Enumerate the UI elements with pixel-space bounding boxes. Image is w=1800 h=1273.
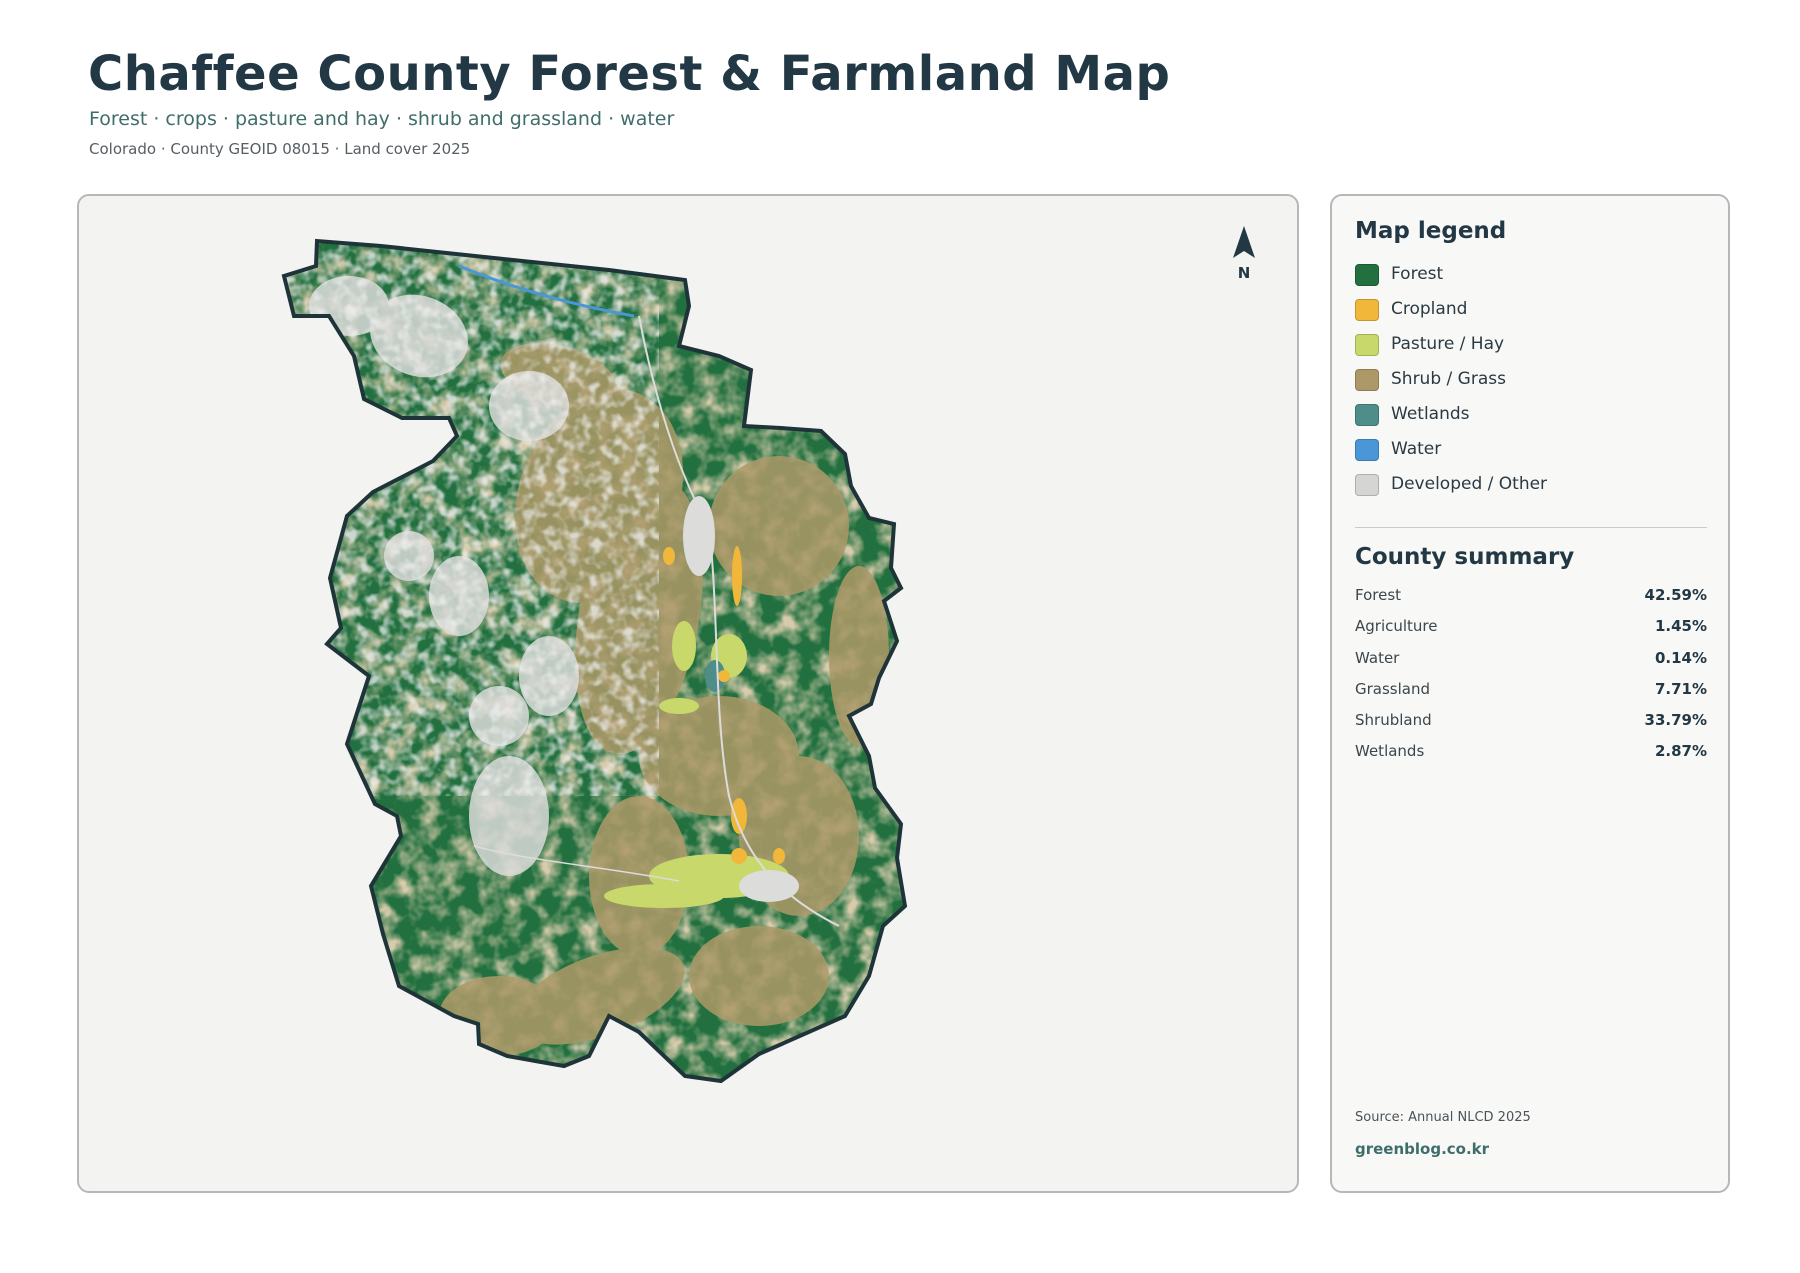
legend-list: Forest Cropland Pasture / Hay Shrub / Gr…	[1355, 262, 1715, 507]
summary-label: Agriculture	[1355, 617, 1438, 636]
legend-label: Forest	[1391, 264, 1444, 284]
north-label: N	[1237, 264, 1251, 282]
summary-row-forest: Forest 42.59%	[1355, 586, 1707, 617]
source-note: Source: Annual NLCD 2025	[1355, 1110, 1531, 1125]
valley-zone	[773, 848, 785, 864]
summary-label: Water	[1355, 648, 1400, 667]
land-cover-raster	[284, 241, 905, 1081]
north-arrow-icon	[1233, 226, 1255, 258]
summary-list: Forest 42.59% Agriculture 1.45% Water 0.…	[1355, 586, 1707, 774]
summary-value: 2.87%	[1654, 742, 1707, 761]
legend-item-pasture: Pasture / Hay	[1355, 332, 1715, 367]
legend-item-cropland: Cropland	[1355, 297, 1715, 332]
legend-title: Map legend	[1355, 218, 1507, 244]
summary-value: 33.79%	[1644, 711, 1707, 730]
valley-zone	[672, 621, 696, 671]
legend-item-developed: Developed / Other	[1355, 472, 1715, 507]
legend-label: Shrub / Grass	[1391, 369, 1506, 389]
legend-swatch	[1355, 299, 1379, 321]
legend-label: Cropland	[1391, 299, 1468, 319]
valley-zone	[604, 884, 724, 908]
page-meta: Colorado · County GEOID 08015 · Land cov…	[89, 140, 471, 158]
valley-zone	[663, 547, 675, 565]
map-panel[interactable]	[77, 194, 1299, 1193]
legend-label: Developed / Other	[1391, 474, 1548, 494]
legend-swatch	[1355, 404, 1379, 426]
legend-swatch	[1355, 369, 1379, 391]
legend-label: Pasture / Hay	[1391, 334, 1505, 354]
north-arrow: N	[1226, 224, 1262, 284]
valley-zone	[732, 546, 742, 606]
legend-swatch	[1355, 439, 1379, 461]
summary-row-wetlands: Wetlands 2.87%	[1355, 742, 1707, 773]
summary-value: 7.71%	[1654, 679, 1707, 698]
legend-item-shrub: Shrub / Grass	[1355, 367, 1715, 402]
legend-item-forest: Forest	[1355, 262, 1715, 297]
shrub-zone	[689, 926, 829, 1026]
legend-swatch	[1355, 474, 1379, 496]
summary-value: 0.14%	[1654, 648, 1707, 667]
legend-label: Wetlands	[1391, 404, 1470, 424]
legend-divider	[1355, 527, 1707, 528]
page-title: Chaffee County Forest & Farmland Map	[88, 46, 1171, 102]
summary-label: Forest	[1355, 586, 1402, 604]
shrub-zone	[709, 456, 849, 596]
valley-zone	[731, 848, 747, 864]
summary-label: Grassland	[1355, 679, 1430, 698]
summary-row-grassland: Grassland 7.71%	[1355, 680, 1707, 711]
summary-label: Wetlands	[1355, 742, 1425, 761]
summary-value: 42.59%	[1644, 586, 1707, 604]
legend-item-wetlands: Wetlands	[1355, 402, 1715, 437]
summary-label: Shrubland	[1355, 711, 1432, 730]
legend-item-water: Water	[1355, 437, 1715, 472]
valley-zone	[659, 698, 699, 714]
legend-swatch	[1355, 334, 1379, 356]
legend-panel: Map legend Forest Cropland Pasture / Hay…	[1330, 194, 1730, 1193]
valley-zone	[718, 670, 730, 682]
summary-row-shrubland: Shrubland 33.79%	[1355, 711, 1707, 742]
summary-row-water: Water 0.14%	[1355, 649, 1707, 680]
summary-title: County summary	[1355, 544, 1575, 570]
legend-swatch	[1355, 264, 1379, 286]
page-subtitle: Forest · crops · pasture and hay · shrub…	[89, 108, 675, 130]
summary-value: 1.45%	[1654, 617, 1707, 636]
credit-link[interactable]: greenblog.co.kr	[1355, 1140, 1489, 1158]
legend-label: Water	[1391, 439, 1442, 459]
summary-row-agriculture: Agriculture 1.45%	[1355, 617, 1707, 648]
shrub-zone	[829, 566, 889, 746]
county-map[interactable]	[79, 196, 1299, 1193]
